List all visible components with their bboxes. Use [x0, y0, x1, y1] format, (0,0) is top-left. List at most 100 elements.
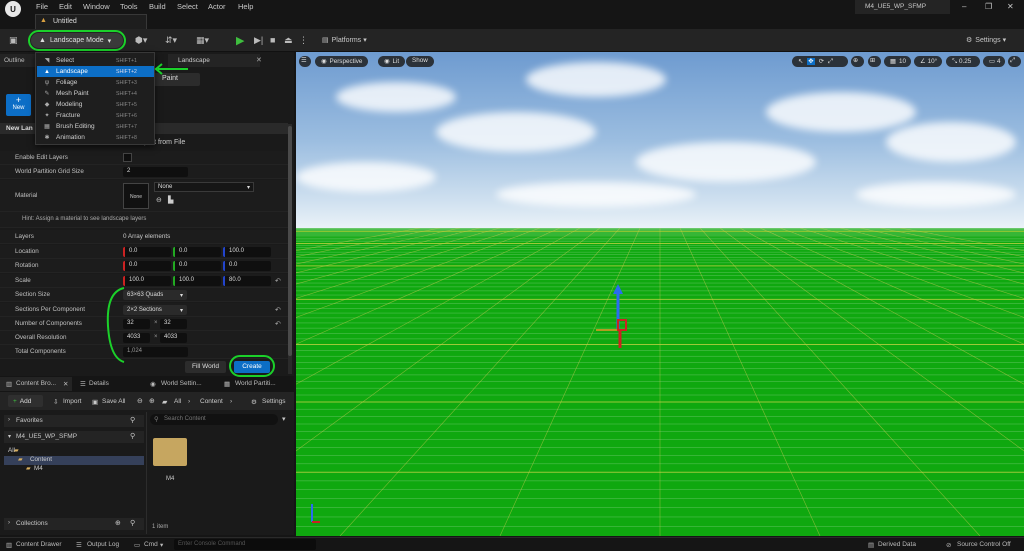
menu-build[interactable]: Build	[149, 2, 166, 11]
mode-item-foliage[interactable]: ψ Foliage SHIFT+3	[37, 77, 154, 88]
breadcrumb-content[interactable]: Content	[200, 398, 223, 405]
mode-item-select[interactable]: ◥ Select SHIFT+1	[37, 55, 154, 66]
tab-world-partition[interactable]: World Partiti...	[235, 380, 276, 387]
tree-item-m4[interactable]: M4	[30, 465, 43, 475]
browse-icon[interactable]: ▙	[168, 196, 173, 204]
more-options-icon[interactable]: ⋮	[299, 35, 308, 46]
translate-tool-icon[interactable]: ✥	[807, 58, 815, 65]
fill-world-button[interactable]: Fill World	[185, 361, 226, 373]
menu-tools[interactable]: Tools	[120, 2, 138, 11]
console-input[interactable]: Enter Console Command	[174, 539, 316, 550]
menu-file[interactable]: File	[36, 2, 48, 11]
search-icon[interactable]: ⚲	[130, 416, 135, 424]
mode-item-animation[interactable]: ✱ Animation SHIFT+8	[37, 132, 154, 143]
scale-tool-icon[interactable]: ⤢	[828, 58, 833, 66]
reset-icon[interactable]: ↶	[275, 277, 281, 285]
resolution-y-input[interactable]: 4033	[160, 333, 187, 343]
lit-button[interactable]: ◉ Lit	[378, 56, 406, 67]
scale-y-input[interactable]: 100.0	[173, 276, 221, 286]
forward-icon[interactable]: ⊕	[149, 397, 155, 405]
import-button[interactable]: Import	[63, 398, 81, 405]
close-icon[interactable]: ✕	[1007, 2, 1014, 11]
menu-select[interactable]: Select	[177, 2, 198, 11]
content-divider[interactable]	[146, 412, 147, 534]
maximize-icon[interactable]: ❐	[985, 2, 992, 11]
mode-item-brush-editing[interactable]: ▦ Brush Editing SHIFT+7	[37, 121, 154, 132]
location-y-input[interactable]: 0.0	[173, 247, 221, 257]
menu-actor[interactable]: Actor	[208, 2, 226, 11]
tab-outliner[interactable]: Outline	[0, 54, 36, 67]
world-local-icon[interactable]: ⊕	[851, 56, 864, 67]
derived-data-button[interactable]: Derived Data	[878, 541, 916, 548]
rotate-tool-icon[interactable]: ⟳	[819, 58, 824, 65]
reset-icon[interactable]: ↶	[275, 320, 281, 328]
cinematics-icon[interactable]: ▦▾	[196, 35, 209, 46]
add-button[interactable]: + Add	[8, 395, 43, 407]
scale-z-input[interactable]: 80.0	[223, 276, 271, 286]
scale-snap-button[interactable]: ⤡ 0.25	[946, 56, 980, 67]
reset-icon[interactable]: ↶	[275, 306, 281, 314]
viewport-menu-icon[interactable]: ☰	[299, 56, 311, 67]
cmd-selector[interactable]: Cmd	[144, 541, 158, 548]
grid-size-input[interactable]: 2	[123, 167, 188, 177]
search-icon[interactable]: ⚲	[130, 519, 135, 527]
enable-edit-layers-checkbox[interactable]	[123, 153, 132, 162]
settings-button[interactable]: ⚙ Settings ▾	[966, 36, 1006, 45]
rotation-x-input[interactable]: 0.0	[123, 261, 171, 271]
grid-snap-button[interactable]: ▦ 10	[884, 56, 911, 67]
mode-item-modeling[interactable]: ◆ Modeling SHIFT+5	[37, 99, 154, 110]
stop-icon[interactable]: ■	[270, 35, 275, 45]
show-button[interactable]: Show	[406, 56, 434, 67]
rotation-y-input[interactable]: 0.0	[173, 261, 221, 271]
menu-window[interactable]: Window	[83, 2, 110, 11]
content-search-input[interactable]: Search Content	[150, 414, 278, 425]
menu-help[interactable]: Help	[238, 2, 253, 11]
source-control-button[interactable]: Source Control Off	[957, 541, 1011, 548]
new-landscape-button[interactable]: + New	[6, 94, 31, 116]
play-step-icon[interactable]: ▶|	[254, 35, 263, 46]
select-tool-icon[interactable]: ↖	[798, 58, 803, 65]
location-z-input[interactable]: 100.0	[223, 247, 271, 257]
add-actor-icon[interactable]: ⬢▾	[135, 35, 147, 46]
scale-x-input[interactable]: 100.0	[123, 276, 171, 286]
eject-icon[interactable]: ⏏	[284, 35, 293, 46]
blueprint-icon[interactable]: ⇵▾	[165, 35, 177, 46]
content-settings-button[interactable]: Settings	[262, 398, 286, 405]
level-name[interactable]: Untitled	[53, 18, 77, 25]
unreal-logo-icon[interactable]: U	[5, 1, 21, 17]
minimize-icon[interactable]: –	[962, 2, 966, 11]
location-x-input[interactable]: 0.0	[123, 247, 171, 257]
close-tab-icon[interactable]: ✕	[256, 56, 262, 64]
platforms-button[interactable]: ▤ Platforms ▾	[322, 36, 367, 45]
material-thumbnail[interactable]: None	[123, 183, 149, 209]
section-size-combo[interactable]: 63×63 Quads ▾	[123, 290, 187, 300]
save-icon[interactable]: ▣	[9, 35, 18, 46]
panel-scrollbar-thumb[interactable]	[288, 126, 292, 356]
tab-details[interactable]: Details	[89, 380, 109, 387]
rotation-z-input[interactable]: 0.0	[223, 261, 271, 271]
play-icon[interactable]: ▶	[236, 34, 244, 47]
mode-item-mesh-paint[interactable]: ✎ Mesh Paint SHIFT+4	[37, 88, 154, 99]
use-selected-icon[interactable]: ⊖	[156, 196, 162, 204]
maximize-viewport-icon[interactable]: ⤢	[1008, 56, 1021, 67]
folder-icon[interactable]	[153, 438, 187, 466]
back-icon[interactable]: ⊖	[137, 397, 143, 405]
close-tab-icon[interactable]: ✕	[63, 380, 68, 388]
mode-item-fracture[interactable]: ✦ Fracture SHIFT+6	[37, 110, 154, 121]
content-drawer-button[interactable]: Content Drawer	[16, 541, 62, 548]
surface-snap-icon[interactable]: ⊞	[868, 56, 881, 67]
save-all-button[interactable]: Save All	[102, 398, 126, 405]
perspective-button[interactable]: ◉ Perspective	[315, 56, 369, 67]
filter-icon[interactable]: ▾	[282, 415, 286, 423]
search-icon[interactable]: ⚲	[130, 432, 135, 440]
mode-item-landscape[interactable]: ▲ Landscape SHIFT+2	[37, 66, 154, 77]
material-combo[interactable]: None ▾	[154, 182, 254, 192]
output-log-button[interactable]: Output Log	[87, 541, 119, 548]
rotation-snap-button[interactable]: ∠ 10°	[914, 56, 942, 67]
tab-content-browser[interactable]: Content Bro...	[16, 380, 56, 387]
tab-world-settings[interactable]: World Settin...	[161, 380, 202, 387]
menu-edit[interactable]: Edit	[59, 2, 72, 11]
level-viewport[interactable]: ☰ ◉ Perspective ◉ Lit Show ↖ ✥ ⟳ ⤢ ⊕ ⊞ ▦…	[296, 52, 1024, 536]
sections-per-component-combo[interactable]: 2×2 Sections ▾	[123, 305, 187, 315]
breadcrumb-all[interactable]: All	[174, 398, 181, 405]
